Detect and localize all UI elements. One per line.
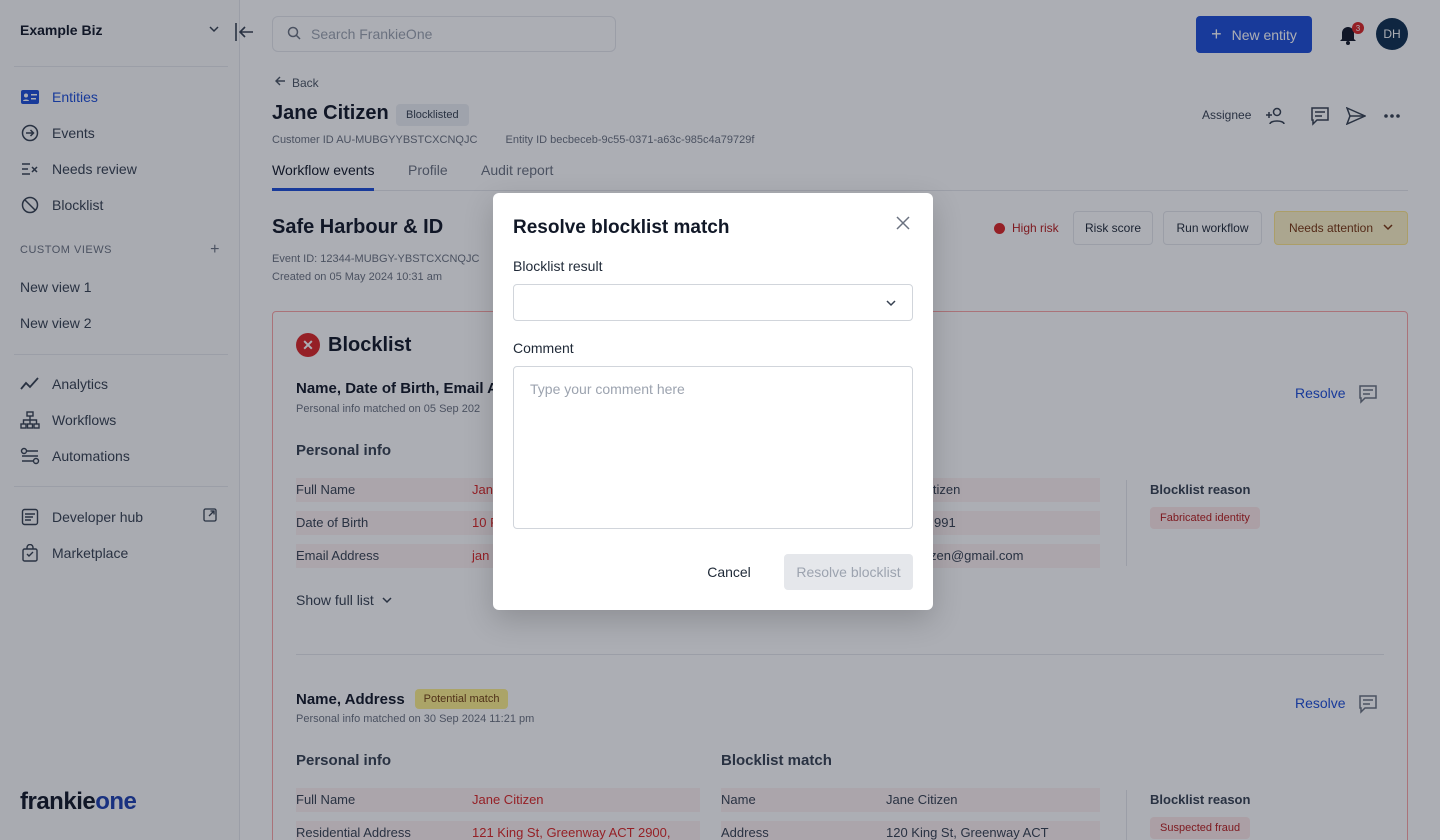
- chevron-down-icon: [886, 295, 896, 311]
- resolve-blocklist-modal: Resolve blocklist match Blocklist result…: [493, 193, 933, 610]
- comment-label: Comment: [513, 340, 574, 356]
- blocklist-result-select[interactable]: [513, 284, 913, 321]
- close-icon[interactable]: [893, 213, 913, 233]
- resolve-blocklist-button[interactable]: Resolve blocklist: [784, 554, 913, 590]
- modal-title: Resolve blocklist match: [513, 217, 730, 238]
- cancel-button[interactable]: Cancel: [693, 554, 765, 590]
- comment-field[interactable]: [513, 366, 913, 529]
- blocklist-result-label: Blocklist result: [513, 258, 603, 274]
